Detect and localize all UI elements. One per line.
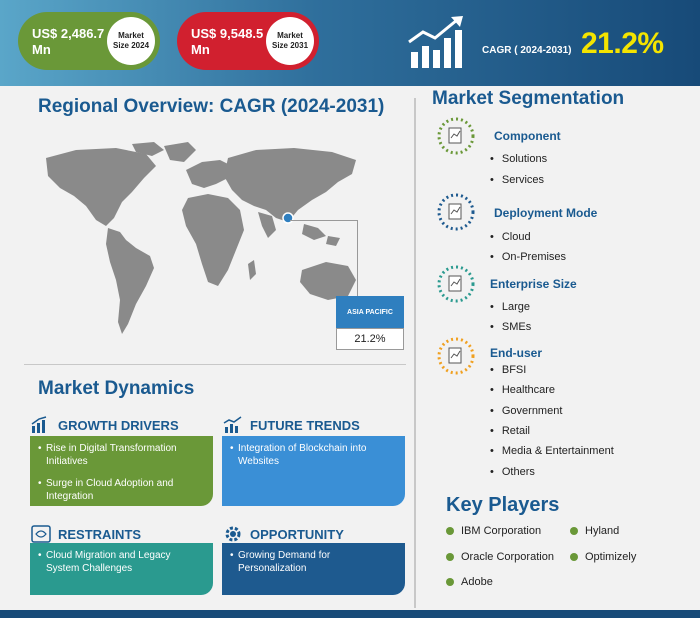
segment-enterprise-title: Enterprise Size [490, 277, 577, 291]
opportunity-header: OPPORTUNITY [222, 523, 344, 545]
segment-item: Others [490, 466, 535, 478]
asia-pacific-callout: ASIA PACIFIC 21.2% [336, 296, 404, 352]
restraints-title: RESTRAINTS [58, 526, 142, 542]
segment-component-title: Component [494, 129, 561, 143]
future-trend-item: Integration of Blockchain into Websites [230, 442, 397, 468]
world-map [46, 142, 360, 334]
opportunity-item: Growing Demand for Personalization [230, 549, 397, 575]
restraint-item: Cloud Migration and Legacy System Challe… [38, 549, 205, 575]
footer-band [0, 610, 700, 618]
future-trends-title: FUTURE TRENDS [250, 417, 360, 433]
future-trends-card: Integration of Blockchain into Websites [222, 436, 405, 506]
section-divider [24, 364, 406, 365]
column-divider [414, 98, 416, 608]
market-size-2024-amount: US$ 2,486.7 [32, 26, 105, 41]
key-player-name: Adobe [461, 576, 493, 588]
growth-drivers-header: GROWTH DRIVERS [30, 414, 179, 436]
segment-item: BFSI [490, 364, 526, 376]
end-user-icon [437, 337, 475, 375]
segment-item: On-Premises [490, 251, 566, 263]
header-band: US$ 2,486.7 Mn Market Size 2024 US$ 9,54… [0, 0, 700, 86]
trend-chart-icon [222, 414, 244, 436]
regional-overview-title: Regional Overview: CAGR (2024-2031) [38, 96, 385, 117]
opportunity-card: Growing Demand for Personalization [222, 543, 405, 595]
cagr-value: 21.2% [581, 27, 664, 60]
market-size-2024-label: Market Size 2024 [107, 17, 155, 65]
segment-item: Retail [490, 425, 530, 437]
market-segmentation-title: Market Segmentation [432, 88, 625, 109]
key-players-title: Key Players [446, 494, 560, 516]
key-player-name: Oracle Corporation [461, 551, 554, 563]
growth-drivers-title: GROWTH DRIVERS [58, 417, 179, 433]
restraint-icon [30, 523, 52, 545]
asia-pacific-label: ASIA PACIFIC [336, 296, 404, 328]
enterprise-size-icon [437, 265, 475, 303]
growth-driver-item: Rise in Digital Transformation Initiativ… [38, 442, 205, 468]
growth-driver-item: Surge in Cloud Adoption and Integration [38, 477, 205, 503]
key-player-item: Adobe [446, 576, 493, 588]
bullet-dot-icon [570, 527, 578, 535]
gear-icon [222, 523, 244, 545]
segment-item: Cloud [490, 231, 531, 243]
future-trends-header: FUTURE TRENDS [222, 414, 360, 436]
segment-item: Solutions [490, 153, 547, 165]
restraints-card: Cloud Migration and Legacy System Challe… [30, 543, 213, 595]
market-size-2031-label: Market Size 2031 [266, 17, 314, 65]
key-player-item: Optimizely [570, 551, 636, 563]
segment-item: Healthcare [490, 384, 555, 396]
key-player-name: Hyland [585, 525, 620, 537]
growth-chart-icon [408, 16, 463, 68]
segment-end-user-title: End-user [490, 346, 543, 360]
opportunity-title: OPPORTUNITY [250, 526, 344, 542]
growth-bars-icon [30, 414, 52, 436]
segment-deployment-title: Deployment Mode [494, 206, 598, 220]
market-dynamics-title: Market Dynamics [38, 378, 195, 399]
key-player-name: Optimizely [585, 551, 637, 563]
asia-pacific-connector-vertical [357, 220, 358, 296]
asia-pacific-marker-icon [282, 212, 294, 224]
market-size-2024-unit: Mn [32, 42, 51, 57]
segment-item: Media & Entertainment [490, 445, 614, 457]
market-size-2031-unit: Mn [191, 42, 210, 57]
market-size-2031-pill: US$ 9,548.5 Mn Market Size 2031 [177, 12, 319, 70]
deployment-mode-icon [437, 193, 475, 231]
key-player-item: IBM Corporation [446, 525, 541, 537]
cagr-label: CAGR ( 2024-2031) [482, 45, 572, 56]
segment-item: SMEs [490, 321, 531, 333]
key-player-name: IBM Corporation [461, 525, 542, 537]
bullet-dot-icon [446, 553, 454, 561]
segment-item: Services [490, 174, 544, 186]
bullet-dot-icon [570, 553, 578, 561]
component-icon [437, 117, 475, 155]
restraints-header: RESTRAINTS [30, 523, 141, 545]
market-size-2031-amount: US$ 9,548.5 [191, 26, 264, 41]
market-size-2031-value: US$ 9,548.5 Mn [191, 26, 265, 58]
asia-pacific-cagr: 21.2% [336, 328, 404, 350]
market-size-2024-pill: US$ 2,486.7 Mn Market Size 2024 [18, 12, 160, 70]
growth-drivers-card: Rise in Digital Transformation Initiativ… [30, 436, 213, 506]
asia-pacific-connector [290, 220, 358, 221]
bullet-dot-icon [446, 527, 454, 535]
segment-item: Government [490, 405, 563, 417]
bullet-dot-icon [446, 578, 454, 586]
market-size-2024-value: US$ 2,486.7 Mn [32, 26, 106, 58]
key-player-item: Hyland [570, 525, 619, 537]
segment-item: Large [490, 301, 530, 313]
key-player-item: Oracle Corporation [446, 551, 554, 563]
